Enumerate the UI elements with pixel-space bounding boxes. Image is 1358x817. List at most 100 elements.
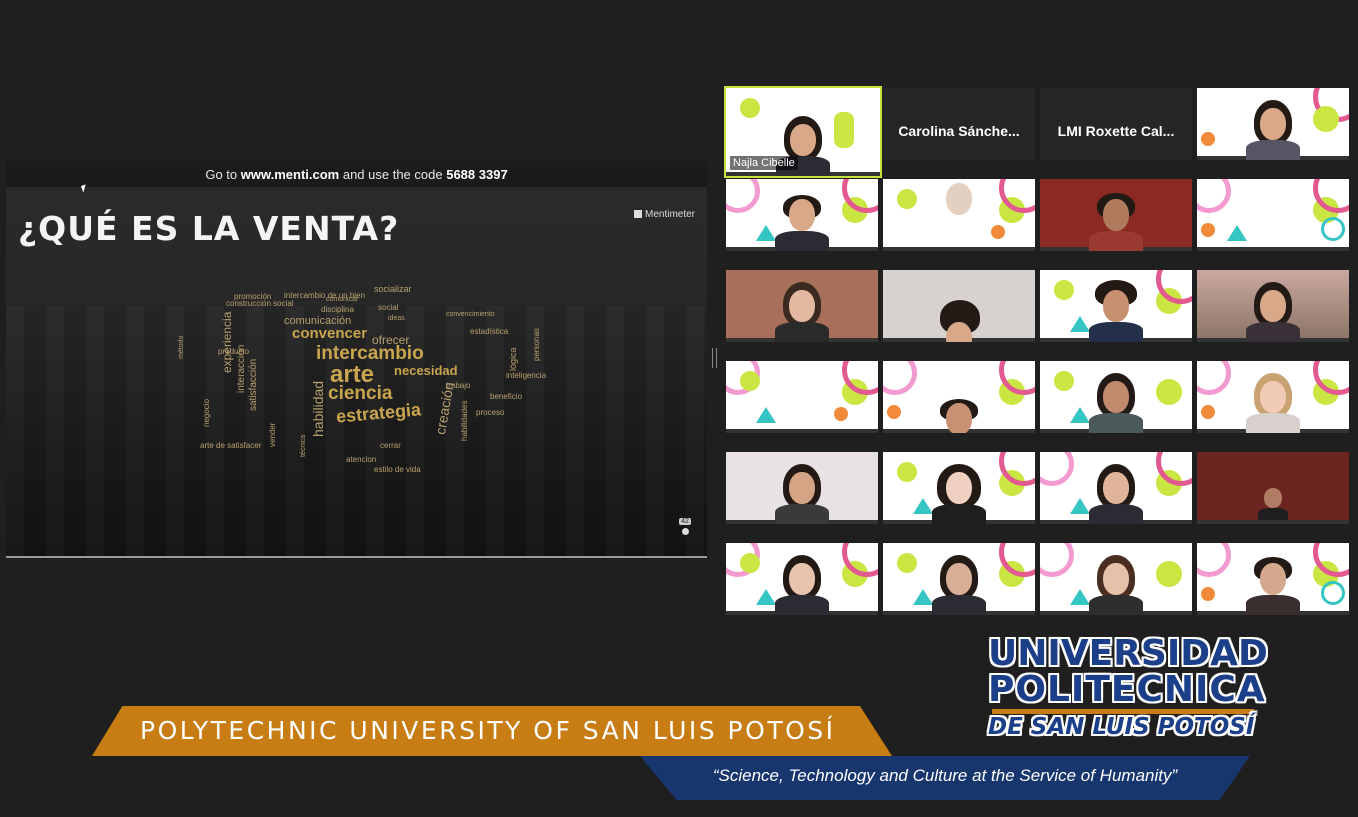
video-tile[interactable]: [883, 543, 1035, 615]
cloud-word: inteligencia: [506, 371, 547, 380]
decor: [1197, 179, 1231, 213]
cloud-word: lógica: [508, 347, 518, 371]
video-tile-namecard[interactable]: Carolina Sánche...: [883, 88, 1035, 160]
participant-avatar: [1246, 96, 1300, 160]
cloud-word: técnica: [300, 434, 307, 457]
participant-name: LMI Roxette Cal...: [1057, 123, 1175, 139]
slide-title: ¿QUÉ ES LA VENTA?: [18, 209, 400, 248]
participant-avatar: [932, 179, 986, 231]
cloud-word: disciplina: [321, 305, 354, 314]
video-tile[interactable]: [1197, 361, 1349, 433]
join-prefix: Go to: [205, 167, 241, 182]
decor: [1321, 217, 1345, 241]
participant-avatar: [1246, 551, 1300, 615]
decor: [887, 405, 901, 419]
decor: [1054, 371, 1074, 391]
decor: [1197, 543, 1231, 577]
decor: [897, 189, 917, 209]
video-tile[interactable]: [726, 270, 878, 342]
cloud-word: cerrar: [380, 441, 401, 450]
participant-avatar: [1246, 369, 1300, 433]
video-tile[interactable]: [883, 452, 1035, 524]
join-mid: and use the code: [339, 167, 447, 182]
participant-counter: 42: [679, 518, 691, 540]
cloud-word: negocio: [202, 398, 211, 427]
participant-avatar: [932, 296, 986, 342]
decor: [1313, 106, 1339, 132]
decor: [991, 225, 1005, 239]
cloud-word: beneficio: [490, 392, 523, 401]
logo-line-1: UNIVERSIDAD: [988, 633, 1268, 674]
decor: [1156, 379, 1182, 405]
university-tagline: “Science, Technology and Culture at the …: [712, 766, 1178, 785]
decor: [756, 225, 776, 241]
university-logo: UNIVERSIDAD POLITECNICA DE SAN LUIS POTO…: [988, 633, 1268, 740]
participant-name: Carolina Sánche...: [898, 123, 1020, 139]
video-tile[interactable]: [883, 361, 1035, 433]
participant-avatar: [1089, 369, 1143, 433]
video-tile[interactable]: [1197, 88, 1349, 160]
decor: [913, 589, 933, 605]
video-tile-namecard[interactable]: LMI Roxette Cal...: [1040, 88, 1192, 160]
join-code: 5688 3397: [446, 167, 508, 182]
participant-avatar: [932, 551, 986, 615]
cloud-word: comunicar: [326, 296, 359, 303]
decor: [740, 98, 760, 118]
decor: [756, 407, 776, 423]
video-tile[interactable]: [1040, 179, 1192, 251]
participant-avatar: [1089, 187, 1143, 251]
participant-avatar: [775, 460, 829, 524]
cloud-word: experiencia: [220, 311, 234, 373]
decor: [1201, 587, 1215, 601]
cloud-word: trabajo: [446, 381, 471, 390]
participant-avatar: [932, 460, 986, 524]
participant-avatar: [1089, 278, 1143, 342]
video-tile[interactable]: [883, 179, 1035, 251]
decor: [897, 553, 917, 573]
resize-handle[interactable]: [712, 348, 717, 368]
video-tile[interactable]: [1197, 270, 1349, 342]
video-tile[interactable]: [1040, 361, 1192, 433]
video-tile[interactable]: [883, 270, 1035, 342]
mentimeter-logo: Mentimeter: [633, 209, 695, 220]
cloud-word: socializar: [374, 284, 412, 294]
video-tile[interactable]: [726, 361, 878, 433]
cloud-word: convencer: [292, 325, 368, 342]
cloud-word: método: [178, 335, 185, 359]
video-tile[interactable]: [726, 452, 878, 524]
participant-avatar: [775, 551, 829, 615]
decor: [1070, 316, 1090, 332]
video-tile[interactable]: [1040, 270, 1192, 342]
video-tile-active-speaker[interactable]: Najla Cibelle: [724, 86, 882, 178]
decor: [1321, 581, 1345, 605]
cloud-word: social: [378, 303, 399, 312]
decor: [1070, 498, 1090, 514]
cloud-word: personas: [532, 328, 541, 361]
participant-avatar: [775, 278, 829, 342]
decor: [1201, 132, 1215, 146]
decor: [1040, 452, 1074, 486]
decor: [834, 407, 848, 421]
menti-join-bar: Go to www.menti.com and use the code 568…: [6, 161, 707, 187]
logo-line-3: DE SAN LUIS POTOSÍ: [988, 714, 1255, 740]
video-tile[interactable]: [1197, 543, 1349, 615]
decor: [1227, 225, 1247, 241]
decor: [1054, 280, 1074, 300]
cloud-word: habilidades: [460, 400, 469, 441]
cloud-word: satisfacción: [248, 358, 259, 411]
video-tile[interactable]: [1197, 179, 1349, 251]
video-tile[interactable]: [726, 543, 878, 615]
cloud-word: proceso: [476, 408, 505, 417]
video-tile[interactable]: [1040, 543, 1192, 615]
video-tile[interactable]: [1197, 452, 1349, 524]
cloud-word: arte de satisfacer: [200, 441, 262, 450]
video-tile[interactable]: [1040, 452, 1192, 524]
cloud-word: necesidad: [394, 363, 458, 378]
participant-grid: Najla Cibelle Carolina Sánche... LMI Rox…: [724, 86, 1350, 628]
participant-name: Najla Cibelle: [730, 156, 798, 170]
video-tile[interactable]: [726, 179, 878, 251]
mentimeter-icon: [633, 210, 642, 218]
cloud-word: estadística: [470, 327, 509, 336]
decor: [726, 179, 760, 213]
participant-avatar: [775, 187, 829, 251]
